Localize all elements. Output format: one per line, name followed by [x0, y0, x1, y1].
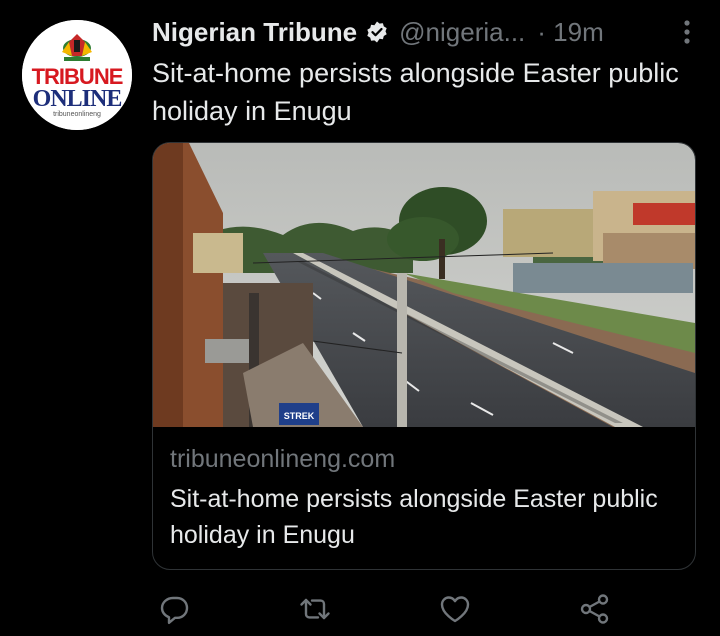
card-domain[interactable]: tribuneonlineng.com	[170, 445, 395, 474]
card-image: STREK	[153, 143, 695, 427]
reply-icon[interactable]	[158, 592, 192, 626]
card-image-sign-text: STREK	[284, 411, 315, 421]
verified-badge-icon	[367, 21, 387, 43]
tweet-text: Sit-at-home persists alongside Easter pu…	[152, 58, 679, 126]
logo-url-text: tribuneonlineng	[53, 111, 101, 118]
retweet-icon[interactable]	[298, 592, 332, 626]
author-name[interactable]: Nigerian Tribune	[152, 17, 357, 48]
share-icon[interactable]	[578, 592, 612, 626]
avatar[interactable]: TRIBUNE ONLINE tribuneonlineng	[22, 20, 132, 130]
card-title[interactable]: Sit-at-home persists alongside Easter pu…	[170, 481, 680, 553]
author-handle[interactable]: @nigeria...	[399, 17, 525, 48]
tweet-header: Nigerian Tribune @nigeria... · 19m	[152, 14, 692, 50]
more-options-icon[interactable]	[682, 18, 692, 46]
tribune-online-logo: TRIBUNE ONLINE tribuneonlineng	[22, 20, 132, 130]
logo-text-bottom: ONLINE	[33, 86, 122, 112]
tweet-actions-bar	[158, 592, 618, 626]
like-icon[interactable]	[438, 592, 472, 626]
tweet-timestamp[interactable]: · 19m	[537, 17, 603, 48]
link-preview-card[interactable]: STREK tribuneonlineng.com Sit-at-home pe…	[152, 142, 696, 570]
